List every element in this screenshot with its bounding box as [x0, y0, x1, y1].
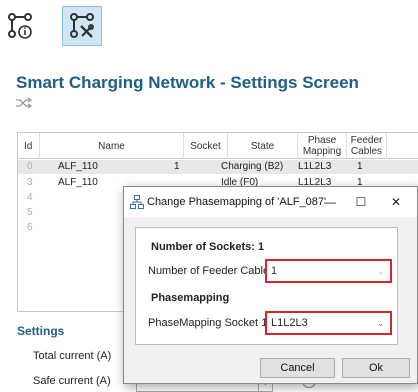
- feeder-cables-value: 1: [271, 265, 278, 277]
- settings-heading: Settings: [17, 324, 65, 338]
- total-current-label: Total current (A): [33, 350, 112, 362]
- table-row[interactable]: 3 ALF_110 Idle (F0) L1L2L3 1: [18, 176, 418, 188]
- ok-button[interactable]: Ok: [342, 358, 410, 378]
- safe-current-label: Safe current (A): [33, 375, 111, 387]
- shuffle-icon: [16, 97, 33, 109]
- cell-phase-mapping: L1L2L3: [298, 161, 332, 172]
- cell-name: ALF_110: [58, 161, 98, 172]
- cell-name: ALF_110: [58, 177, 98, 188]
- maximize-button[interactable]: ☐: [351, 192, 371, 212]
- toolbar: [0, 0, 418, 60]
- change-phasemapping-dialog: Change Phasemapping of 'ALF_087' — ☐ ✕ N…: [123, 186, 418, 384]
- number-of-sockets-label: Number of Sockets: 1: [151, 241, 265, 253]
- feeder-cables-label: Number of Feeder Cables:: [148, 265, 278, 277]
- chevron-down-icon: ⌄: [377, 267, 384, 276]
- cell-feeder-cables: 1: [357, 161, 363, 172]
- cell-id: 5: [27, 207, 33, 218]
- column-header-socket[interactable]: Socket: [184, 133, 228, 159]
- grid-header: Id Name Socket State Phase Mapping Feede…: [18, 133, 418, 159]
- table-row[interactable]: 0 ALF_110 1 Charging (B2) L1L2L3 1: [18, 160, 418, 174]
- phasemapping-socket-select[interactable]: L1L2L3 ⌄: [265, 311, 392, 335]
- cell-id: 4: [27, 192, 33, 203]
- dialog-content-panel: Number of Sockets: 1 Number of Feeder Ca…: [135, 227, 398, 345]
- phasemapping-socket-label: PhaseMapping Socket 1:: [148, 317, 271, 329]
- cell-id: 0: [27, 161, 33, 172]
- network-info-button[interactable]: [0, 6, 40, 46]
- column-header-id[interactable]: Id: [18, 133, 40, 159]
- cell-id: 6: [27, 222, 33, 233]
- column-header-feeder-cables[interactable]: Feeder Cables: [347, 133, 387, 159]
- phasemapping-heading: Phasemapping: [151, 292, 230, 304]
- cell-id: 3: [27, 177, 33, 188]
- network-settings-button[interactable]: [62, 6, 102, 46]
- network-settings-icon: [70, 13, 94, 38]
- cell-socket: 1: [174, 161, 180, 172]
- column-header-phase-mapping[interactable]: Phase Mapping: [298, 133, 347, 159]
- column-header-state[interactable]: State: [228, 133, 298, 159]
- network-app-icon: [130, 195, 144, 209]
- phasemapping-socket-value: L1L2L3: [271, 317, 308, 329]
- cell-state: Charging (B2): [221, 161, 284, 172]
- cancel-button[interactable]: Cancel: [260, 358, 335, 378]
- page-title: Smart Charging Network - Settings Screen: [16, 73, 359, 92]
- column-header-name[interactable]: Name: [40, 133, 184, 159]
- chevron-down-icon: ⌄: [377, 319, 384, 328]
- feeder-cables-select[interactable]: 1 ⌄: [265, 259, 392, 283]
- minimize-button[interactable]: —: [320, 192, 340, 212]
- dialog-titlebar[interactable]: Change Phasemapping of 'ALF_087' — ☐ ✕: [124, 187, 417, 217]
- close-button[interactable]: ✕: [386, 192, 406, 212]
- shuffle-button[interactable]: [16, 97, 33, 112]
- dialog-title: Change Phasemapping of 'ALF_087': [147, 196, 327, 208]
- network-info-icon: [8, 13, 32, 39]
